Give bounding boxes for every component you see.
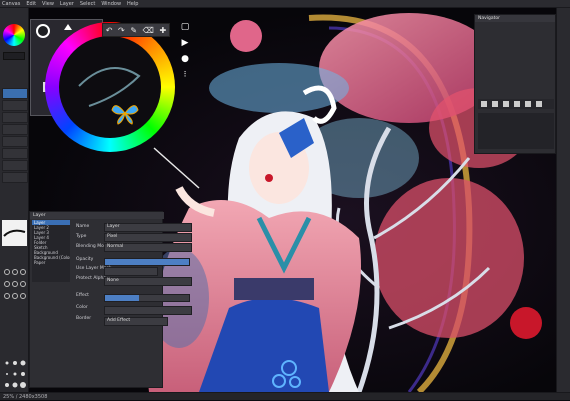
play-icon[interactable]: ▶ [180, 38, 190, 48]
brush-icon[interactable]: ✎ [130, 26, 137, 35]
opacity-label: Opacity [76, 257, 94, 262]
redo-icon[interactable]: ↷ [118, 26, 125, 35]
pink-circle [230, 20, 262, 52]
name-label: Name [76, 224, 90, 229]
blend-select[interactable]: Normal [104, 243, 192, 252]
layer-panel: Layer Layer Layer 2 Layer 3 Layer 4 Fold… [29, 211, 192, 388]
color-label: Color [76, 305, 88, 310]
protect-select[interactable]: None [104, 277, 192, 286]
right-panel-title: Navigator [475, 15, 555, 22]
type-label: Type [76, 234, 87, 239]
layer-list: Layer Layer 2 Layer 3 Layer 4 Folder Ske… [32, 220, 70, 282]
menu-layer[interactable]: Layer [60, 1, 74, 7]
color-wheel[interactable] [45, 22, 175, 152]
right-panel-toolbar[interactable] [478, 99, 554, 109]
effect-slider[interactable] [104, 294, 190, 302]
mask-toggle[interactable] [104, 267, 158, 276]
name-field[interactable]: Layer [104, 223, 192, 232]
brush-size-box[interactable] [3, 52, 25, 60]
brush-preview[interactable] [2, 220, 27, 246]
dots-icon[interactable]: ⁝ [180, 70, 190, 80]
tool-select[interactable] [2, 136, 28, 147]
move-icon[interactable]: ✚ [159, 26, 166, 35]
tool-text[interactable] [2, 160, 28, 171]
red-circle [510, 307, 542, 339]
tool-move[interactable] [2, 148, 28, 159]
eraser-icon[interactable]: ⌫ [143, 26, 154, 35]
quick-toolbar: ↶ ↷ ✎ ⌫ ✚ [102, 23, 170, 37]
statusbar: 25% / 2480x3508 [0, 392, 570, 400]
canvas-vertical-tools: ▢ ▶ ● ⁝ [178, 22, 200, 86]
tool-brush[interactable] [2, 100, 28, 111]
opacity-fill [105, 259, 189, 265]
tool-fill[interactable] [2, 124, 28, 135]
layer-panel-title: Layer [30, 212, 164, 219]
layer-item[interactable]: Paper [32, 260, 70, 265]
color-swatch-black[interactable] [36, 24, 50, 38]
menu-window[interactable]: Window [101, 1, 121, 7]
right-column [556, 8, 570, 392]
right-panel: Navigator [474, 14, 556, 154]
color-select[interactable] [104, 306, 192, 315]
menu-view[interactable]: View [42, 1, 54, 7]
type-field[interactable]: Pixel [104, 233, 192, 242]
layer-thumbnail-list[interactable] [478, 113, 554, 149]
palette-icon[interactable] [3, 24, 25, 46]
small-tools-grid [2, 266, 27, 306]
butterfly-icon [110, 100, 140, 126]
protect-label: Protect Alpha [76, 276, 107, 281]
tool-zoom[interactable] [2, 172, 28, 183]
brush-dots-grid[interactable] [2, 358, 27, 396]
menu-help[interactable]: Help [127, 1, 138, 7]
left-tool-column [0, 8, 29, 392]
border-label: Border [76, 316, 92, 321]
square-icon[interactable]: ▢ [180, 22, 190, 32]
menubar: Canvas Edit View Layer Select Window Hel… [0, 0, 570, 8]
menu-canvas[interactable]: Canvas [2, 1, 20, 7]
effect-fill [105, 295, 139, 301]
undo-icon[interactable]: ↶ [106, 26, 113, 35]
effect-label: Effect [76, 293, 89, 298]
tool-pen[interactable] [2, 88, 28, 99]
opacity-slider[interactable] [104, 258, 190, 266]
tool-eraser[interactable] [2, 112, 28, 123]
menu-edit[interactable]: Edit [26, 1, 36, 7]
border-button[interactable]: Add Effect [104, 317, 168, 326]
menu-select[interactable]: Select [80, 1, 95, 7]
circle-icon[interactable]: ● [180, 54, 190, 64]
